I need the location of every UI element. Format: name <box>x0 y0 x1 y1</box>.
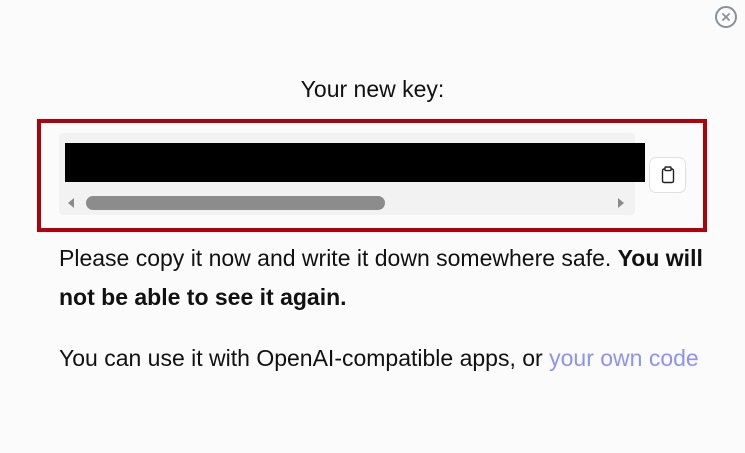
own-code-link[interactable]: your own code <box>549 345 699 371</box>
dialog-title: Your new key: <box>300 76 445 102</box>
close-icon[interactable] <box>715 6 737 28</box>
clipboard-icon <box>661 166 674 184</box>
scrollbar-thumb[interactable] <box>86 196 385 210</box>
copy-key-button[interactable] <box>649 157 686 193</box>
scroll-right-arrow-icon[interactable] <box>618 198 624 208</box>
api-key-value[interactable] <box>65 143 645 182</box>
usage-text: You can use it with OpenAI-compatible ap… <box>59 339 709 378</box>
usage-description: You can use it with OpenAI-compatible ap… <box>59 345 543 371</box>
horizontal-scrollbar[interactable] <box>86 196 611 210</box>
copy-warning-text: Please copy it now and write it down som… <box>59 239 709 317</box>
scroll-left-arrow-icon[interactable] <box>68 198 74 208</box>
warning-text: Please copy it now and write it down som… <box>59 245 612 271</box>
